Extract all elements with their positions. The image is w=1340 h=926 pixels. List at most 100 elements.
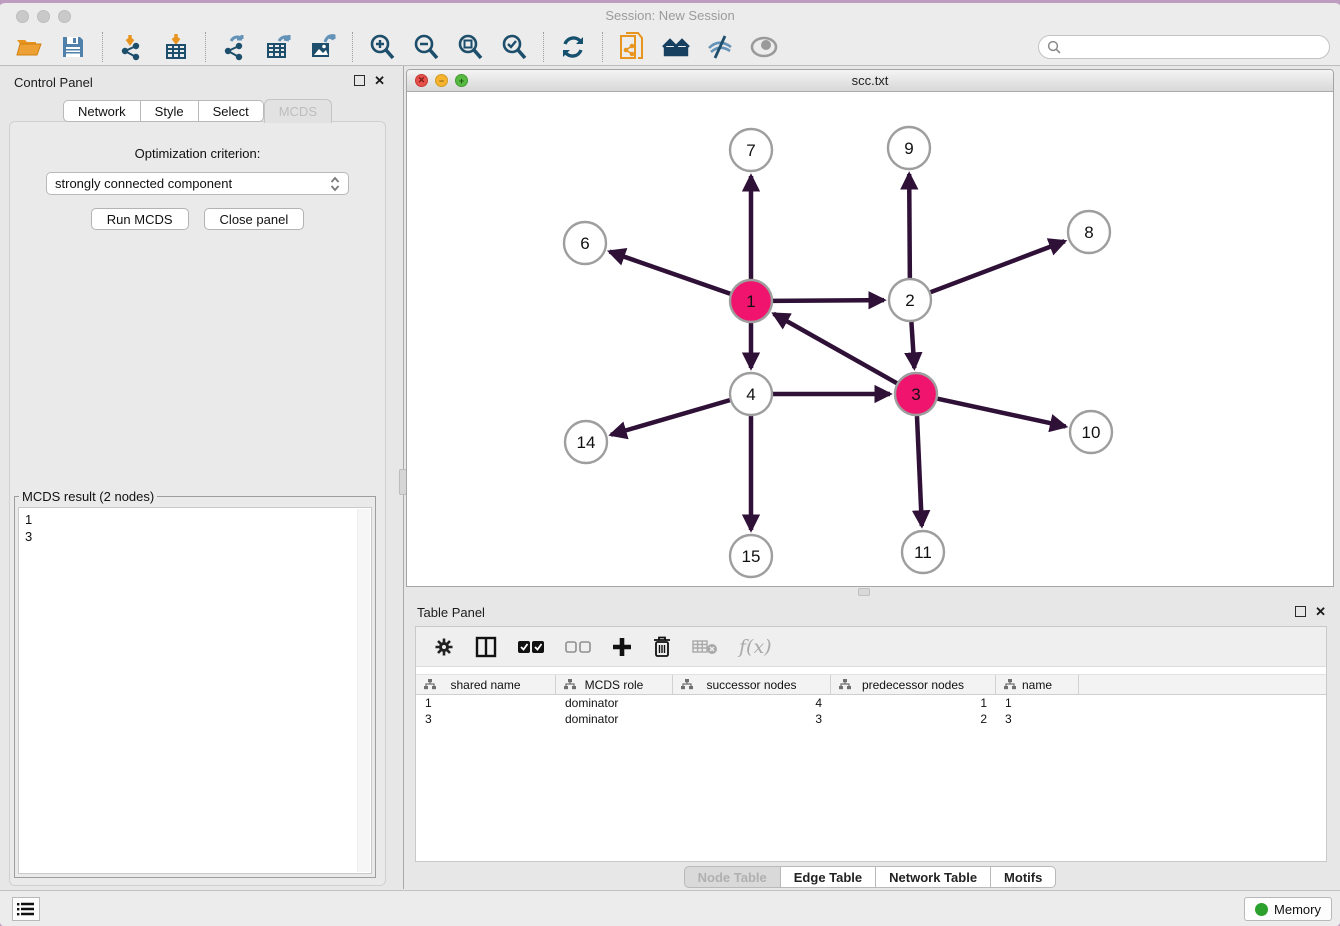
task-history-button[interactable] <box>12 897 40 921</box>
close-panel-icon[interactable]: ✕ <box>374 75 385 86</box>
table-cell: 3 <box>996 711 1079 727</box>
column-header-MCDS-role[interactable]: MCDS role <box>556 675 673 694</box>
criterion-dropdown-value: strongly connected component <box>55 176 330 191</box>
edge-2-3[interactable] <box>911 322 914 368</box>
split-columns-icon[interactable] <box>475 636 497 658</box>
table-toolbar: f(x) <box>416 627 1326 667</box>
node-label-8: 8 <box>1084 223 1093 242</box>
node-table-content: f(x) shared nameMCDS rolesuccessor nodes… <box>415 626 1327 862</box>
node-label-11: 11 <box>914 543 932 562</box>
zoom-fit-icon[interactable] <box>453 32 487 62</box>
table-row[interactable]: 3dominator323 <box>416 711 1326 727</box>
hide-details-icon[interactable] <box>703 32 737 62</box>
search-field[interactable] <box>1038 35 1330 59</box>
deselect-all-icon[interactable] <box>565 640 591 654</box>
export-table-icon[interactable] <box>262 32 296 62</box>
float-panel-icon[interactable] <box>354 75 365 86</box>
edge-2-8[interactable] <box>931 241 1065 292</box>
tab-network-table[interactable]: Network Table <box>876 866 991 888</box>
table-cell: 2 <box>831 711 996 727</box>
table-cell: 4 <box>673 695 831 711</box>
export-image-icon[interactable] <box>306 32 340 62</box>
network-graph: 7968124314101511 <box>407 92 1333 587</box>
select-all-icon[interactable] <box>518 640 544 654</box>
mcds-tab-content: Optimization criterion: strongly connect… <box>9 121 386 886</box>
edge-1-6[interactable] <box>610 252 731 294</box>
table-body: 1dominator4113dominator323 <box>416 695 1326 727</box>
node-label-7: 7 <box>746 141 755 160</box>
refresh-layout-icon[interactable] <box>556 32 590 62</box>
criterion-dropdown[interactable]: strongly connected component <box>46 172 349 195</box>
zoom-in-icon[interactable] <box>365 32 399 62</box>
add-row-icon[interactable] <box>612 637 632 657</box>
save-session-icon[interactable] <box>56 32 90 62</box>
result-scrollbar[interactable] <box>357 509 370 872</box>
control-panel-tabs: NetworkStyleSelectMCDS <box>2 100 393 123</box>
table-cell: 3 <box>673 711 831 727</box>
table-row[interactable]: 1dominator411 <box>416 695 1326 711</box>
optimization-criterion-label: Optimization criterion: <box>10 146 385 161</box>
search-input[interactable] <box>1067 40 1329 54</box>
main-area: Control Panel ✕ NetworkStyleSelectMCDS O… <box>0 66 1340 893</box>
tab-mcds[interactable]: MCDS <box>264 99 332 123</box>
edge-1-2[interactable] <box>773 300 884 301</box>
open-file-icon[interactable] <box>12 32 46 62</box>
run-mcds-button[interactable]: Run MCDS <box>91 208 189 230</box>
import-table-icon[interactable] <box>159 32 193 62</box>
table-header-row: shared nameMCDS rolesuccessor nodesprede… <box>416 674 1326 695</box>
edge-3-10[interactable] <box>937 399 1065 427</box>
close-table-panel-icon[interactable]: ✕ <box>1315 606 1326 617</box>
window-title: Session: New Session <box>0 8 1340 23</box>
tab-edge-table[interactable]: Edge Table <box>781 866 876 888</box>
result-line: 3 <box>25 528 371 545</box>
zoom-selected-icon[interactable] <box>497 32 531 62</box>
table-panel-title: Table Panel <box>417 605 485 620</box>
float-table-panel-icon[interactable] <box>1295 606 1306 617</box>
first-neighbors-icon[interactable] <box>659 32 693 62</box>
table-cell: 1 <box>996 695 1079 711</box>
column-header-successor-nodes[interactable]: successor nodes <box>673 675 831 694</box>
clone-network-icon[interactable] <box>615 32 649 62</box>
titlebar: Session: New Session <box>0 3 1340 29</box>
tab-motifs[interactable]: Motifs <box>991 866 1056 888</box>
tab-style[interactable]: Style <box>141 100 199 122</box>
network-window-titlebar[interactable]: ✕ − + scc.txt <box>407 70 1333 92</box>
memory-status-icon <box>1255 903 1268 916</box>
edge-4-14[interactable] <box>611 400 730 435</box>
control-panel: Control Panel ✕ NetworkStyleSelectMCDS O… <box>2 69 393 892</box>
result-line: 1 <box>25 511 371 528</box>
column-header-name[interactable]: name <box>996 675 1079 694</box>
delete-icon[interactable] <box>653 636 671 658</box>
gear-icon[interactable] <box>434 637 454 657</box>
table-cell: 3 <box>416 711 556 727</box>
memory-button[interactable]: Memory <box>1244 897 1332 921</box>
column-header-shared-name[interactable]: shared name <box>416 675 556 694</box>
node-label-3: 3 <box>911 385 920 404</box>
function-builder-icon[interactable]: f(x) <box>739 636 772 658</box>
export-network-icon[interactable] <box>218 32 252 62</box>
network-canvas[interactable]: 7968124314101511 <box>407 92 1333 587</box>
mcds-result-text[interactable]: 13 <box>18 507 372 874</box>
node-label-4: 4 <box>746 385 755 404</box>
table-cell: dominator <box>556 711 673 727</box>
delete-table-icon[interactable] <box>692 639 718 655</box>
show-details-icon[interactable] <box>747 32 781 62</box>
column-header-predecessor-nodes[interactable]: predecessor nodes <box>831 675 996 694</box>
tab-select[interactable]: Select <box>199 100 264 122</box>
node-label-14: 14 <box>577 433 596 452</box>
node-label-10: 10 <box>1082 423 1101 442</box>
edge-3-11[interactable] <box>917 416 922 526</box>
split-handle[interactable] <box>858 588 870 596</box>
import-network-icon[interactable] <box>115 32 149 62</box>
tab-network[interactable]: Network <box>63 100 141 122</box>
table-cell: 1 <box>831 695 996 711</box>
tab-node-table[interactable]: Node Table <box>684 866 781 888</box>
node-label-1: 1 <box>746 292 755 311</box>
zoom-out-icon[interactable] <box>409 32 443 62</box>
table-tabs: Node TableEdge TableNetwork TableMotifs <box>406 866 1334 888</box>
edge-2-9[interactable] <box>909 174 910 278</box>
close-panel-button[interactable]: Close panel <box>204 208 305 230</box>
edge-3-1[interactable] <box>774 314 897 383</box>
mcds-result-group: MCDS result (2 nodes) 13 <box>14 496 376 878</box>
node-label-15: 15 <box>742 547 761 566</box>
